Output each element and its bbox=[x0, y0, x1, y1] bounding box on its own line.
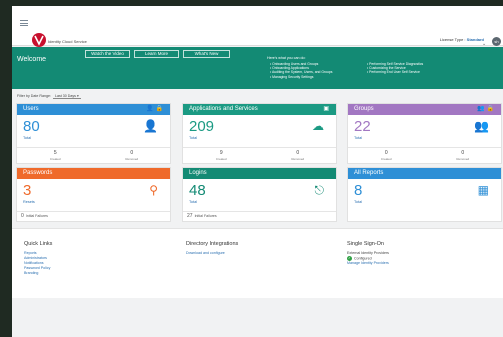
app-screen: Identity Cloud Service License Type : St… bbox=[12, 6, 503, 337]
user-icon: 👤 bbox=[143, 119, 158, 133]
hamburger-menu-icon[interactable] bbox=[20, 20, 28, 26]
sso-section: Single Sign-On External Identity Provide… bbox=[347, 241, 389, 266]
users-stats: 5 Created 0 Removed bbox=[17, 147, 170, 164]
cloud-icon: ☁ bbox=[312, 119, 324, 133]
sso-title: Single Sign-On bbox=[347, 241, 384, 247]
watch-video-button[interactable]: Watch the Video bbox=[85, 50, 130, 58]
bottom-panel: Quick Links Reports Administrators Notif… bbox=[12, 228, 503, 298]
users-removed-value: 0 bbox=[130, 150, 134, 156]
user-actions-icons[interactable]: 👤🔒 bbox=[146, 104, 165, 115]
oracle-logo-icon bbox=[32, 33, 46, 47]
help-links-col2: Performing Self Service Diagnostics Cust… bbox=[367, 62, 423, 75]
password-resets-value: 3 bbox=[23, 182, 32, 199]
welcome-banner: Welcome Watch the Video Learn More What'… bbox=[12, 47, 503, 89]
groups-card[interactable]: Groups 👥🔒 22 Total 👥 0 Created 0 Removed bbox=[347, 103, 502, 164]
download-configure-link[interactable]: Download and configure bbox=[186, 251, 238, 256]
quick-link-branding[interactable]: Branding bbox=[24, 271, 52, 276]
passwords-card[interactable]: Passwords 3 Resets ⚲ 0 Initial Failures bbox=[16, 167, 171, 222]
help-link[interactable]: Auditing the System, Users, and Groups bbox=[270, 70, 333, 74]
reports-total-label: Total bbox=[354, 200, 363, 204]
check-icon: ✓ bbox=[347, 256, 352, 261]
help-links-col1: Onboarding Users and Groups Onboarding A… bbox=[270, 62, 333, 79]
directory-integrations-section: Directory Integrations Download and conf… bbox=[186, 241, 238, 256]
help-link[interactable]: Performing End User Self Service bbox=[367, 70, 423, 74]
users-card-header: Users 👤🔒 bbox=[17, 104, 170, 115]
users-created-value: 5 bbox=[53, 150, 57, 156]
user-avatar[interactable]: sh bbox=[492, 37, 501, 46]
quick-links-title: Quick Links bbox=[24, 241, 53, 247]
users-card[interactable]: Users 👤🔒 80 Total 👤 5 Created 0 Removed bbox=[16, 103, 171, 164]
users-total-value: 80 bbox=[23, 118, 40, 135]
directory-title: Directory Integrations bbox=[186, 241, 239, 247]
logins-card[interactable]: Logins 48 Total ⎋ 27 Initial Failures bbox=[182, 167, 337, 222]
password-resets-label: Resets bbox=[23, 200, 35, 204]
reports-card[interactable]: All Reports 8 Total ▦ bbox=[347, 167, 502, 222]
apps-total-value: 209 bbox=[189, 118, 215, 135]
logins-total-value: 48 bbox=[189, 182, 206, 199]
apps-total-label: Total bbox=[189, 136, 198, 140]
learn-more-button[interactable]: Learn More bbox=[134, 50, 179, 58]
logins-footer: 27 Initial Failures bbox=[183, 211, 336, 222]
brand-name: Identity Cloud Service bbox=[48, 39, 87, 44]
add-app-icon[interactable]: ▣ bbox=[323, 104, 331, 115]
manage-identity-providers-link[interactable]: Manage Identity Providers bbox=[347, 261, 389, 266]
passwords-footer: 0 Initial Failures bbox=[17, 211, 170, 222]
group-icon: 👥 bbox=[474, 119, 489, 133]
whats-new-button[interactable]: What's New bbox=[183, 50, 230, 58]
reports-card-header: All Reports bbox=[348, 168, 501, 179]
applications-card[interactable]: Applications and Services ▣ 209 Total ☁ … bbox=[182, 103, 337, 164]
applications-card-header: Applications and Services ▣ bbox=[183, 104, 336, 115]
welcome-title: Welcome bbox=[17, 56, 47, 63]
key-icon: ⚲ bbox=[149, 183, 158, 197]
date-range-filter: Filter by Date Range: Last 30 Days ▾ bbox=[17, 94, 81, 99]
login-icon: ⎋ bbox=[314, 183, 325, 197]
logins-total-label: Total bbox=[189, 200, 198, 204]
group-actions-icons[interactable]: 👥🔒 bbox=[477, 104, 496, 115]
groups-stats: 0 Created 0 Removed bbox=[348, 147, 501, 164]
groups-card-header: Groups 👥🔒 bbox=[348, 104, 501, 115]
help-title: Here's what you can do: bbox=[267, 56, 306, 60]
date-range-select[interactable]: Last 30 Days ▾ bbox=[52, 94, 81, 99]
quick-links-section: Quick Links Reports Administrators Notif… bbox=[24, 241, 52, 276]
users-total-label: Total bbox=[23, 136, 32, 140]
groups-total-value: 22 bbox=[354, 118, 371, 135]
top-bar: Identity Cloud Service License Type : St… bbox=[12, 6, 503, 73]
report-icon: ▦ bbox=[477, 183, 489, 197]
apps-stats: 9 Created 0 Removed bbox=[183, 147, 336, 164]
groups-total-label: Total bbox=[354, 136, 363, 140]
passwords-card-header: Passwords bbox=[17, 168, 170, 179]
license-info: License Type : Standard Cookie Preferenc… bbox=[436, 37, 484, 73]
help-link[interactable]: Managing Security Settings bbox=[270, 75, 332, 79]
logins-card-header: Logins bbox=[183, 168, 336, 179]
reports-total-value: 8 bbox=[354, 182, 363, 199]
